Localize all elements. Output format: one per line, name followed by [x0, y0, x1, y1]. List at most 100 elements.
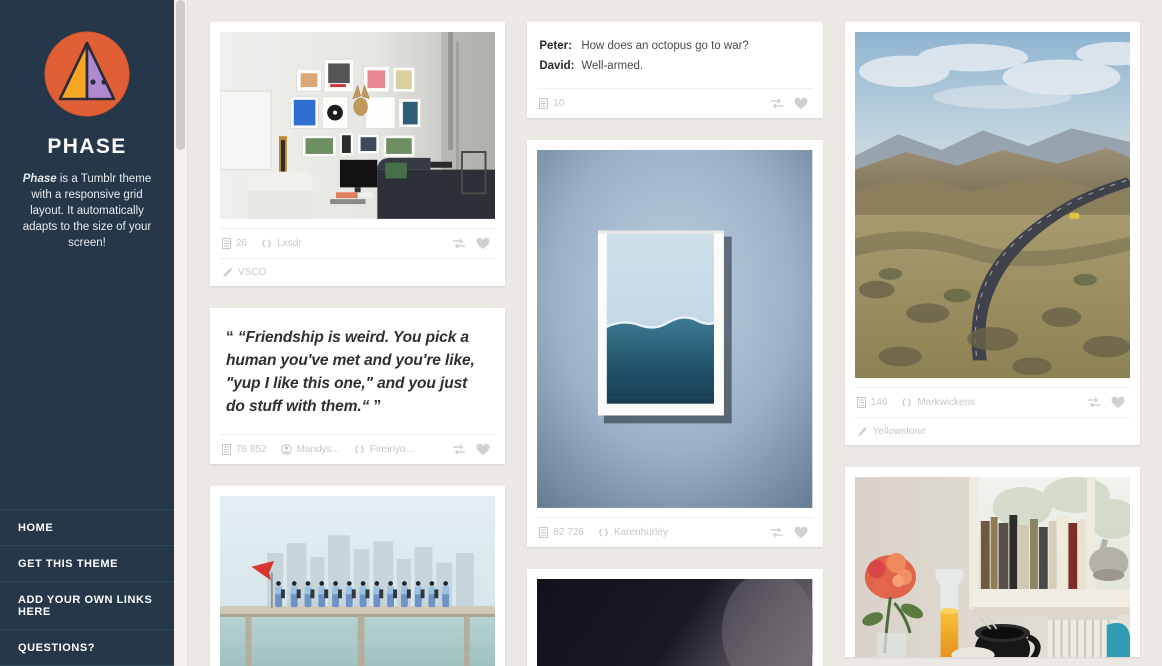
- chat-message: Well-armed.: [581, 60, 644, 72]
- author-label: Mandys...: [296, 443, 340, 455]
- post-meta: 78 852 Mandys... Fireinyo...: [220, 433, 496, 464]
- reblog-icon[interactable]: [452, 238, 466, 249]
- post-photo-frame-sea[interactable]: 82 726 Karenhurley: [527, 140, 823, 547]
- nav-item-home[interactable]: HOME: [0, 509, 174, 545]
- photo-livingroom[interactable]: [220, 32, 496, 219]
- heart-like-icon[interactable]: [794, 97, 808, 110]
- notes-icon: [222, 443, 231, 455]
- notes-count-label: 10: [553, 98, 565, 109]
- notes-count-label: 26: [236, 237, 248, 249]
- nav-item-questions[interactable]: QUESTIONS?: [0, 629, 174, 666]
- chat-line: Peter: How does an octopus go to war?: [539, 36, 810, 56]
- logo-wrap: [0, 30, 174, 118]
- quote-content: “Friendship is weird. You pick a human y…: [226, 328, 475, 415]
- reblog-icon[interactable]: [452, 444, 466, 455]
- chat-line: David: Well-armed.: [539, 56, 810, 76]
- quote-text: “ “Friendship is weird. You pick a human…: [210, 308, 505, 434]
- photo-pier[interactable]: [220, 495, 496, 666]
- notes-count: 146: [856, 397, 888, 409]
- tag-icon: [857, 426, 868, 437]
- heart-like-icon[interactable]: [1111, 396, 1125, 409]
- chat-speaker: Peter:: [539, 40, 572, 52]
- tag-label[interactable]: Yellowstone: [873, 426, 926, 437]
- post-actions: [452, 443, 493, 456]
- chat-lines: Peter: How does an octopus go to war? Da…: [527, 22, 822, 88]
- reblog-icon[interactable]: [770, 527, 784, 538]
- source-label: Markwickens: [917, 397, 976, 409]
- post-actions: [770, 526, 811, 539]
- notes-count: 26: [222, 237, 248, 249]
- notes-icon: [539, 526, 549, 538]
- grid-column-2: Peter: How does an octopus go to war? Da…: [527, 22, 823, 666]
- post-photo-pier[interactable]: [210, 485, 506, 666]
- site-description: Phase is a Tumblr theme with a responsiv…: [13, 171, 161, 251]
- post-photo-landscape[interactable]: 146 Markwickens Yellowstone: [844, 22, 1140, 446]
- pyramid-logo-icon[interactable]: [43, 30, 131, 118]
- post-actions: [1087, 396, 1128, 409]
- heart-like-icon[interactable]: [476, 237, 490, 250]
- quote-close-mark: ”: [373, 397, 382, 415]
- grid-column-3: 146 Markwickens Yellowstone: [844, 22, 1140, 666]
- notes-count: 82 726: [539, 526, 584, 538]
- notes-count-label: 82 726: [553, 526, 584, 538]
- reblog-icon[interactable]: [770, 98, 784, 109]
- notes-count: 78 852: [222, 443, 267, 455]
- sidebar: PHASE Phase is a Tumblr theme with a res…: [0, 0, 174, 666]
- site-description-emphasis: Phase: [22, 173, 57, 185]
- heart-like-icon[interactable]: [476, 443, 490, 456]
- source-label: Lxsdr: [277, 237, 302, 249]
- post-chat[interactable]: Peter: How does an octopus go to war? Da…: [527, 22, 823, 118]
- sidebar-nav: HOME GET THIS THEME ADD YOUR OWN LINKS H…: [0, 509, 174, 666]
- post-quote[interactable]: “ “Friendship is weird. You pick a human…: [210, 307, 506, 464]
- notes-count-label: 146: [870, 397, 888, 409]
- scrollbar-thumb[interactable]: [176, 0, 185, 150]
- source-label: Fireinyo...: [369, 443, 414, 455]
- post-photo-window[interactable]: [844, 467, 1140, 658]
- page-scrollbar[interactable]: [174, 0, 188, 666]
- source-link-icon: [901, 397, 912, 408]
- notes-count-label: 78 852: [236, 443, 267, 455]
- post-meta: 146 Markwickens: [854, 387, 1130, 417]
- heart-like-icon[interactable]: [794, 526, 808, 539]
- notes-icon: [856, 397, 866, 409]
- post-tags[interactable]: Yellowstone: [854, 417, 1130, 445]
- post-meta: 82 726 Karenhurley: [537, 516, 813, 547]
- post-source[interactable]: Fireinyo...: [354, 444, 414, 455]
- photo-landscape[interactable]: [854, 32, 1130, 379]
- post-grid: 26 Lxsdr VSCO “ “Friendship is weird. Yo…: [188, 0, 1162, 666]
- post-photo-portrait[interactable]: [527, 568, 823, 666]
- chat-message: How does an octopus go to war?: [581, 40, 749, 52]
- source-link-icon: [261, 238, 272, 249]
- tag-label[interactable]: VSCO: [238, 267, 266, 278]
- post-photo-livingroom[interactable]: 26 Lxsdr VSCO: [210, 22, 506, 286]
- notes-count: 10: [539, 98, 564, 109]
- nav-item-get-this-theme[interactable]: GET THIS THEME: [0, 545, 174, 581]
- sidebar-header: PHASE Phase is a Tumblr theme with a res…: [0, 0, 174, 251]
- post-actions: [770, 97, 811, 110]
- post-tags[interactable]: VSCO: [220, 257, 496, 286]
- post-source[interactable]: Markwickens: [901, 397, 975, 408]
- post-source[interactable]: Lxsdr: [261, 237, 302, 249]
- post-source[interactable]: Karenhurley: [598, 527, 668, 538]
- notes-icon: [539, 98, 549, 109]
- source-label: Karenhurley: [613, 526, 668, 538]
- author-icon: [280, 444, 292, 455]
- photo-portrait[interactable]: [537, 578, 813, 666]
- source-link-icon: [354, 444, 365, 455]
- photo-frame-sea[interactable]: [537, 150, 813, 508]
- notes-icon: [222, 237, 231, 249]
- chat-speaker: David:: [539, 60, 575, 72]
- photo-window[interactable]: [854, 477, 1130, 658]
- post-meta: 10: [537, 88, 813, 118]
- post-actions: [452, 237, 493, 250]
- post-author[interactable]: Mandys...: [280, 443, 340, 455]
- reblog-icon[interactable]: [1087, 397, 1101, 408]
- grid-column-1: 26 Lxsdr VSCO “ “Friendship is weird. Yo…: [210, 22, 506, 666]
- site-title: PHASE: [47, 135, 127, 158]
- quote-open-mark: “: [226, 328, 234, 346]
- source-link-icon: [598, 527, 609, 538]
- tag-icon: [222, 267, 233, 278]
- nav-item-add-your-own-links-here[interactable]: ADD YOUR OWN LINKS HERE: [0, 581, 174, 629]
- page-root: PHASE Phase is a Tumblr theme with a res…: [0, 0, 1162, 666]
